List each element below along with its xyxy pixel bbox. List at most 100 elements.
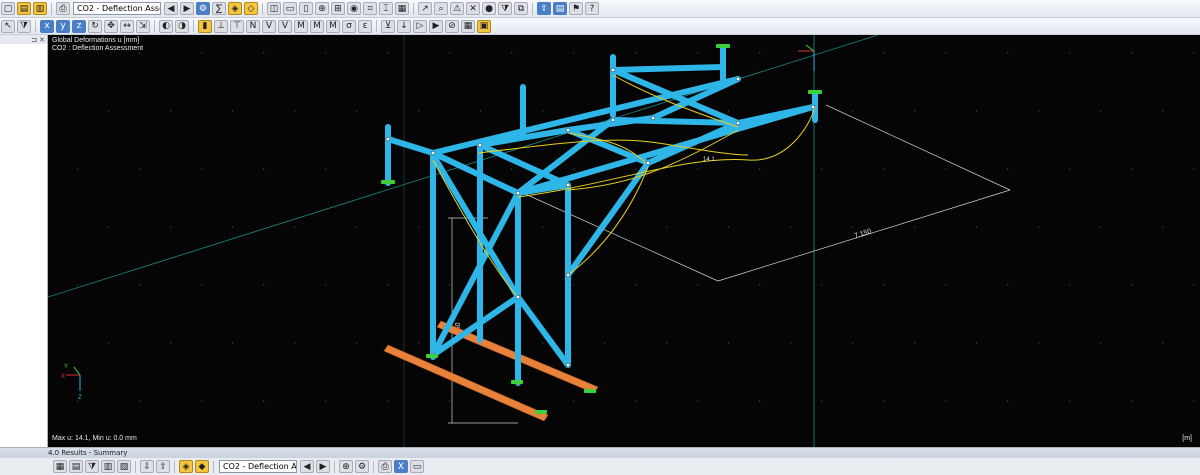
select-icon[interactable]: ↖ <box>1 19 15 33</box>
unit-label: [m] <box>1182 435 1192 442</box>
node-icon[interactable]: ● <box>482 2 496 15</box>
load-case-combo[interactable]: CO2 - Deflection Assessme▼ <box>73 2 161 15</box>
grid-dot <box>542 342 544 344</box>
grid-dot <box>728 110 730 112</box>
mt-moment-icon[interactable]: M <box>294 19 308 33</box>
grid-dot <box>263 284 265 286</box>
bottom-settings-icon[interactable]: ⚙ <box>355 460 369 473</box>
rotate-icon[interactable]: ↻ <box>88 19 102 33</box>
view-side-icon[interactable]: ▯ <box>299 2 313 15</box>
layers-icon[interactable]: ⧉ <box>514 2 528 15</box>
view-options-icon[interactable]: ◐ <box>159 19 173 33</box>
stress-icon[interactable]: σ <box>342 19 356 33</box>
open-icon[interactable]: ▤ <box>17 2 31 15</box>
max-deformation-marker: 14.1 <box>703 157 715 163</box>
table-filter-icon[interactable]: ⧩ <box>85 460 99 473</box>
export-table-icon[interactable]: ⇧ <box>156 460 170 473</box>
dimension-icon[interactable]: ↔ <box>120 19 134 33</box>
result-values-icon[interactable]: ▮ <box>198 19 212 33</box>
result-select-icon[interactable]: ◈ <box>179 460 193 473</box>
table-columns-icon[interactable]: ▥ <box>101 460 115 473</box>
scale-icon[interactable]: ⇲ <box>136 19 150 33</box>
grid-dot <box>263 52 265 54</box>
grid-dot <box>666 342 668 344</box>
next-case-icon[interactable]: ▶ <box>180 2 194 15</box>
bottom-next-icon[interactable]: ▶ <box>316 460 330 473</box>
bottom-window-icon[interactable]: ▭ <box>410 460 424 473</box>
bottom-case-combo[interactable]: CO2 - Deflection Asses▼ <box>219 460 297 473</box>
bottom-print-icon[interactable]: ⎙ <box>378 460 392 473</box>
search-icon[interactable]: ⌕ <box>434 2 448 15</box>
grid-dot <box>170 342 172 344</box>
anim-frames-icon[interactable]: ▶ <box>429 19 443 33</box>
axis-y-icon[interactable]: y <box>56 19 70 33</box>
grid-icon[interactable]: ▦ <box>395 2 409 15</box>
grid-dot <box>232 342 234 344</box>
table-edit-icon[interactable]: ▤ <box>69 460 83 473</box>
close-icon[interactable]: ✕ <box>39 36 45 44</box>
render-icon[interactable]: ◉ <box>347 2 361 15</box>
zoom-all-icon[interactable]: ⊞ <box>331 2 345 15</box>
help-icon[interactable]: ? <box>585 2 599 15</box>
zoom-icon[interactable]: ⊕ <box>315 2 329 15</box>
grid-dot <box>1007 168 1009 170</box>
table-view-icon[interactable]: ▦ <box>53 460 67 473</box>
my-moment-icon[interactable]: M <box>310 19 324 33</box>
graphics-viewport[interactable]: 7.150 4.150 <box>48 35 1200 447</box>
vz-force-icon[interactable]: V <box>278 19 292 33</box>
support-icon[interactable]: ⊻ <box>381 19 395 33</box>
result-panel-icon[interactable]: ▣ <box>477 19 491 33</box>
bottom-prev-icon[interactable]: ◀ <box>300 460 314 473</box>
report-icon[interactable]: ▤ <box>553 2 567 15</box>
prev-case-icon[interactable]: ◀ <box>164 2 178 15</box>
grid-dot <box>852 226 854 228</box>
calc-icon[interactable]: ∑ <box>212 2 226 15</box>
grid-dot <box>1193 400 1195 402</box>
grid-dot <box>449 400 451 402</box>
export-icon[interactable]: ⇪ <box>537 2 551 15</box>
result-show-icon[interactable]: ◆ <box>195 460 209 473</box>
view-front-icon[interactable]: ▭ <box>283 2 297 15</box>
filter-icon[interactable]: ⧩ <box>498 2 512 15</box>
wire-icon[interactable]: ⌗ <box>363 2 377 15</box>
section-cut-icon[interactable]: ⊘ <box>445 19 459 33</box>
deform-icon[interactable]: ◇ <box>244 2 258 15</box>
section-icon[interactable]: ⌶ <box>379 2 393 15</box>
filter-select-icon[interactable]: ⧩ <box>17 19 31 33</box>
vy-force-icon[interactable]: V <box>262 19 276 33</box>
grid-dot <box>542 226 544 228</box>
grid-dot <box>449 284 451 286</box>
support-reaction-icon[interactable]: ⊥ <box>214 19 228 33</box>
grid-dot <box>77 52 79 54</box>
bottom-zoom-icon[interactable]: ⊕ <box>339 460 353 473</box>
grid-dot <box>449 52 451 54</box>
strain-icon[interactable]: ε <box>358 19 372 33</box>
load-icon[interactable]: ↓ <box>397 19 411 33</box>
view-iso-icon[interactable]: ◫ <box>267 2 281 15</box>
import-icon[interactable]: ⇩ <box>140 460 154 473</box>
save-icon[interactable]: ▥ <box>33 2 47 15</box>
pin-icon[interactable]: ⊐ <box>31 36 37 44</box>
measure-icon[interactable]: ↗ <box>418 2 432 15</box>
display-icon[interactable]: ◑ <box>175 19 189 33</box>
axis-z-icon[interactable]: z <box>72 19 86 33</box>
excel-icon[interactable]: X <box>394 460 408 473</box>
print-icon[interactable]: ⎙ <box>56 2 70 15</box>
cross-icon[interactable]: ✕ <box>466 2 480 15</box>
mz-moment-icon[interactable]: M <box>326 19 340 33</box>
table-icon[interactable]: ▦ <box>461 19 475 33</box>
show-results-icon[interactable]: ◈ <box>228 2 242 15</box>
navigator-panel: ⊐ ✕ <box>0 35 48 447</box>
member-force-icon[interactable]: ⊤ <box>230 19 244 33</box>
warning-icon[interactable]: ⚠ <box>450 2 464 15</box>
grid-dot <box>170 226 172 228</box>
new-icon[interactable]: ▢ <box>1 2 15 15</box>
table-rows-icon[interactable]: ▧ <box>117 460 131 473</box>
grid-dot <box>821 168 823 170</box>
n-force-icon[interactable]: N <box>246 19 260 33</box>
pan-icon[interactable]: ✥ <box>104 19 118 33</box>
axis-x-icon[interactable]: x <box>40 19 54 33</box>
animate-icon[interactable]: ▷ <box>413 19 427 33</box>
results-icon[interactable]: ⚙ <box>196 2 210 15</box>
flag-icon[interactable]: ⚑ <box>569 2 583 15</box>
